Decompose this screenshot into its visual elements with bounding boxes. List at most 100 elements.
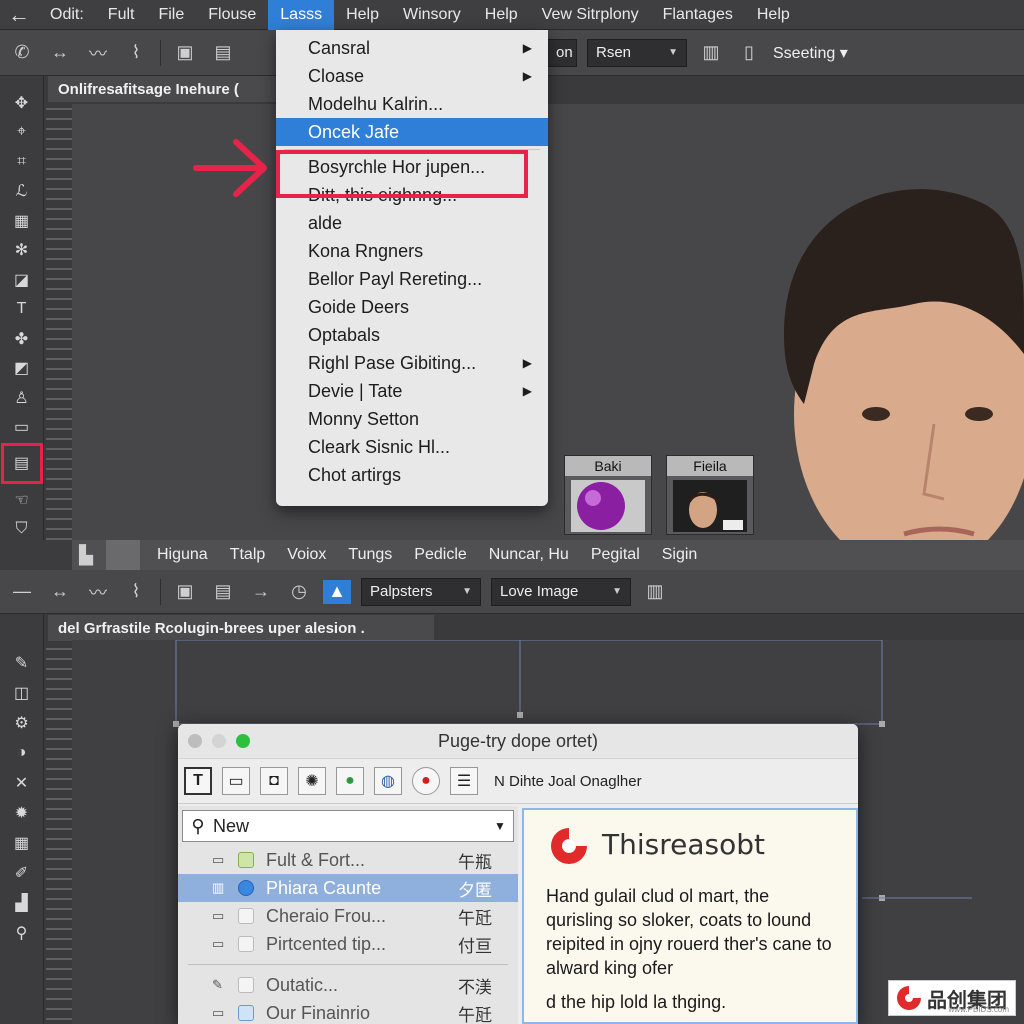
menu-help-3[interactable]: Help bbox=[745, 0, 802, 30]
picture-icon[interactable]: ▲ bbox=[323, 579, 351, 604]
chevron-down-icon[interactable]: ▼ bbox=[487, 819, 513, 833]
midbar-item-sigin[interactable]: Sigin bbox=[651, 546, 709, 564]
back-arrow-icon[interactable]: ← bbox=[0, 2, 38, 28]
list-item[interactable]: ▭ Our Finainrio 午瓩 bbox=[178, 999, 518, 1024]
compass-button[interactable]: ◍ bbox=[374, 767, 402, 795]
menu-item-goide-deers[interactable]: Goide Deers bbox=[276, 293, 548, 321]
camera-button[interactable]: ◘ bbox=[260, 767, 288, 795]
menu-lasss[interactable]: Lasss bbox=[268, 0, 335, 30]
path-tool-icon[interactable]: ⌇ bbox=[122, 41, 150, 65]
gear-tool-icon[interactable]: ✹ bbox=[8, 802, 36, 824]
world-button[interactable]: ✺ bbox=[298, 767, 326, 795]
type-tool-icon[interactable]: T bbox=[8, 298, 36, 319]
text-tool-button[interactable]: T bbox=[184, 767, 212, 795]
brush-tool-icon[interactable]: ℒ bbox=[8, 180, 36, 201]
document-tab-top[interactable]: Onlifresafitsage Inehure ( bbox=[48, 76, 278, 102]
minimize-icon[interactable] bbox=[106, 540, 140, 570]
green-tool-button[interactable]: ● bbox=[336, 767, 364, 795]
curve-tool-icon[interactable]: 〰 bbox=[84, 41, 112, 65]
line-tool-icon[interactable]: — bbox=[8, 580, 36, 604]
option-dropdown-on[interactable]: on bbox=[547, 38, 577, 67]
close-tool-icon[interactable]: ✕ bbox=[8, 772, 36, 794]
list-item[interactable]: ▭ Fult & Fort... 午瓶 bbox=[178, 846, 518, 874]
list-item[interactable]: ▭ Cheraio Frou... 午瓩 bbox=[178, 902, 518, 930]
search-tool-icon[interactable]: ⚲ bbox=[8, 922, 36, 944]
menu-item-bellor-payl[interactable]: Bellor Payl Rereting... bbox=[276, 265, 548, 293]
midbar-item-higuna[interactable]: Higuna bbox=[146, 546, 219, 564]
curve-tool-icon[interactable]: 〰 bbox=[84, 580, 112, 604]
image-frame-button[interactable]: ▭ bbox=[222, 767, 250, 795]
frame-tool-icon[interactable]: ▭ bbox=[8, 416, 36, 437]
preview-pane[interactable]: Thisreasobt Hand gulail clud ol mart, th… bbox=[522, 808, 858, 1024]
path-tool-icon[interactable]: ⌇ bbox=[122, 580, 150, 604]
menu-item-modelhu-kalrin[interactable]: Modelhu Kalrin... bbox=[276, 90, 548, 118]
building-tool-icon[interactable]: ▟ bbox=[8, 892, 36, 914]
menu-item-monny-setton[interactable]: Monny Setton bbox=[276, 405, 548, 433]
midbar-item-ttalp[interactable]: Ttalp bbox=[219, 546, 277, 564]
list-item[interactable]: ✎ Outatic... 不渼 bbox=[178, 971, 518, 999]
camera-icon[interactable]: ▣ bbox=[171, 580, 199, 604]
menu-item-righl-pase[interactable]: Righl Pase Gibiting... ▶ bbox=[276, 349, 548, 377]
pen-tool-icon[interactable]: ✎ bbox=[8, 652, 36, 674]
globe-tool-icon[interactable]: ◑ bbox=[8, 742, 36, 764]
record-button[interactable]: ● bbox=[412, 767, 440, 795]
menu-item-kona-rngners[interactable]: Kona Rngners bbox=[276, 237, 548, 265]
camera-icon[interactable]: ▣ bbox=[171, 41, 199, 65]
fill-tool-icon[interactable]: ◩ bbox=[8, 357, 36, 378]
clock-icon[interactable]: ◷ bbox=[285, 580, 313, 604]
piano-icon[interactable]: ▙ bbox=[72, 543, 100, 567]
lasso-tool-icon[interactable]: ⌖ bbox=[8, 121, 36, 142]
save-icon[interactable]: ▤ bbox=[209, 41, 237, 65]
gradient-tool-icon[interactable]: ◪ bbox=[8, 269, 36, 290]
double-arrow-icon[interactable]: ↔ bbox=[46, 41, 74, 65]
pencil-tool-icon[interactable]: ✐ bbox=[8, 862, 36, 884]
menu-item-optabals[interactable]: Optabals bbox=[276, 321, 548, 349]
midbar-item-voiox[interactable]: Voiox bbox=[276, 546, 337, 564]
setting-menu[interactable]: Sseeting ▾ bbox=[773, 43, 848, 63]
menu-vew-sitrplony[interactable]: Vew Sitrplony bbox=[530, 0, 651, 30]
menu-help-1[interactable]: Help bbox=[334, 0, 391, 30]
printer-icon[interactable]: ▥ bbox=[641, 580, 669, 604]
pattern-tool-icon[interactable]: ✻ bbox=[8, 239, 36, 260]
puzzle-tool-icon[interactable]: ✤ bbox=[8, 328, 36, 349]
move-tool-icon[interactable]: ✥ bbox=[8, 92, 36, 113]
option-dropdown-rsen[interactable]: Rsen ▼ bbox=[587, 38, 687, 67]
cup-tool-icon[interactable]: ⛉ bbox=[8, 518, 36, 539]
menu-help-2[interactable]: Help bbox=[473, 0, 530, 30]
menu-item-chot-artirgs[interactable]: Chot artirgs bbox=[276, 461, 548, 489]
dropdown-love-image[interactable]: Love Image ▼ bbox=[491, 577, 631, 606]
menu-item-devie-tate[interactable]: Devie | Tate ▶ bbox=[276, 377, 548, 405]
settings-tool-icon[interactable]: ⚙ bbox=[8, 712, 36, 734]
menu-fult[interactable]: Fult bbox=[96, 0, 147, 30]
menu-item-cloase[interactable]: Cloase ▶ bbox=[276, 62, 548, 90]
list-item[interactable]: ▭ Pirtcented tip... 付亘 bbox=[178, 930, 518, 958]
midbar-item-pegital[interactable]: Pegital bbox=[580, 546, 651, 564]
crop-tool-icon[interactable]: ⌗ bbox=[8, 151, 36, 172]
layers-tool-icon[interactable]: ◫ bbox=[8, 682, 36, 704]
menu-file[interactable]: File bbox=[146, 0, 196, 30]
arrow-right-icon[interactable]: → bbox=[247, 580, 275, 604]
save-icon[interactable]: ▤ bbox=[209, 580, 237, 604]
menu-winsory[interactable]: Winsory bbox=[391, 0, 473, 30]
person-tool-icon[interactable]: ♙ bbox=[8, 387, 36, 408]
menu-flantages[interactable]: Flantages bbox=[651, 0, 745, 30]
list-button[interactable]: ☰ bbox=[450, 767, 478, 795]
menu-odit[interactable]: Odit: bbox=[38, 0, 96, 30]
list-item-selected[interactable]: ▥ Phiara Caunte 夕匿 bbox=[178, 874, 518, 902]
midbar-item-tungs[interactable]: Tungs bbox=[337, 546, 403, 564]
thumbnail-baki[interactable]: Baki bbox=[564, 455, 652, 535]
search-combobox[interactable]: ⚲ New ▼ bbox=[182, 810, 514, 842]
menu-item-alde[interactable]: alde bbox=[276, 209, 548, 237]
document-tool-icon[interactable]: ▤ bbox=[0, 442, 43, 484]
trash-icon[interactable]: ▯ bbox=[735, 41, 763, 65]
menu-item-oncek-jafe[interactable]: Oncek Jafe bbox=[276, 118, 548, 146]
phone-icon[interactable]: ✆ bbox=[8, 41, 36, 65]
printer-icon[interactable]: ▥ bbox=[697, 41, 725, 65]
thumbnail-fieila[interactable]: Fieila bbox=[666, 455, 754, 535]
double-arrow-icon[interactable]: ↔ bbox=[46, 580, 74, 604]
calculator-tool-icon[interactable]: ▦ bbox=[8, 832, 36, 854]
midbar-item-pedicle[interactable]: Pedicle bbox=[403, 546, 477, 564]
menu-flouse[interactable]: Flouse bbox=[196, 0, 268, 30]
document-tab-bottom[interactable]: del Grfrastile Rcolugin-brees uper alesi… bbox=[48, 615, 434, 641]
dropdown-palpsters[interactable]: Palpsters ▼ bbox=[361, 577, 481, 606]
